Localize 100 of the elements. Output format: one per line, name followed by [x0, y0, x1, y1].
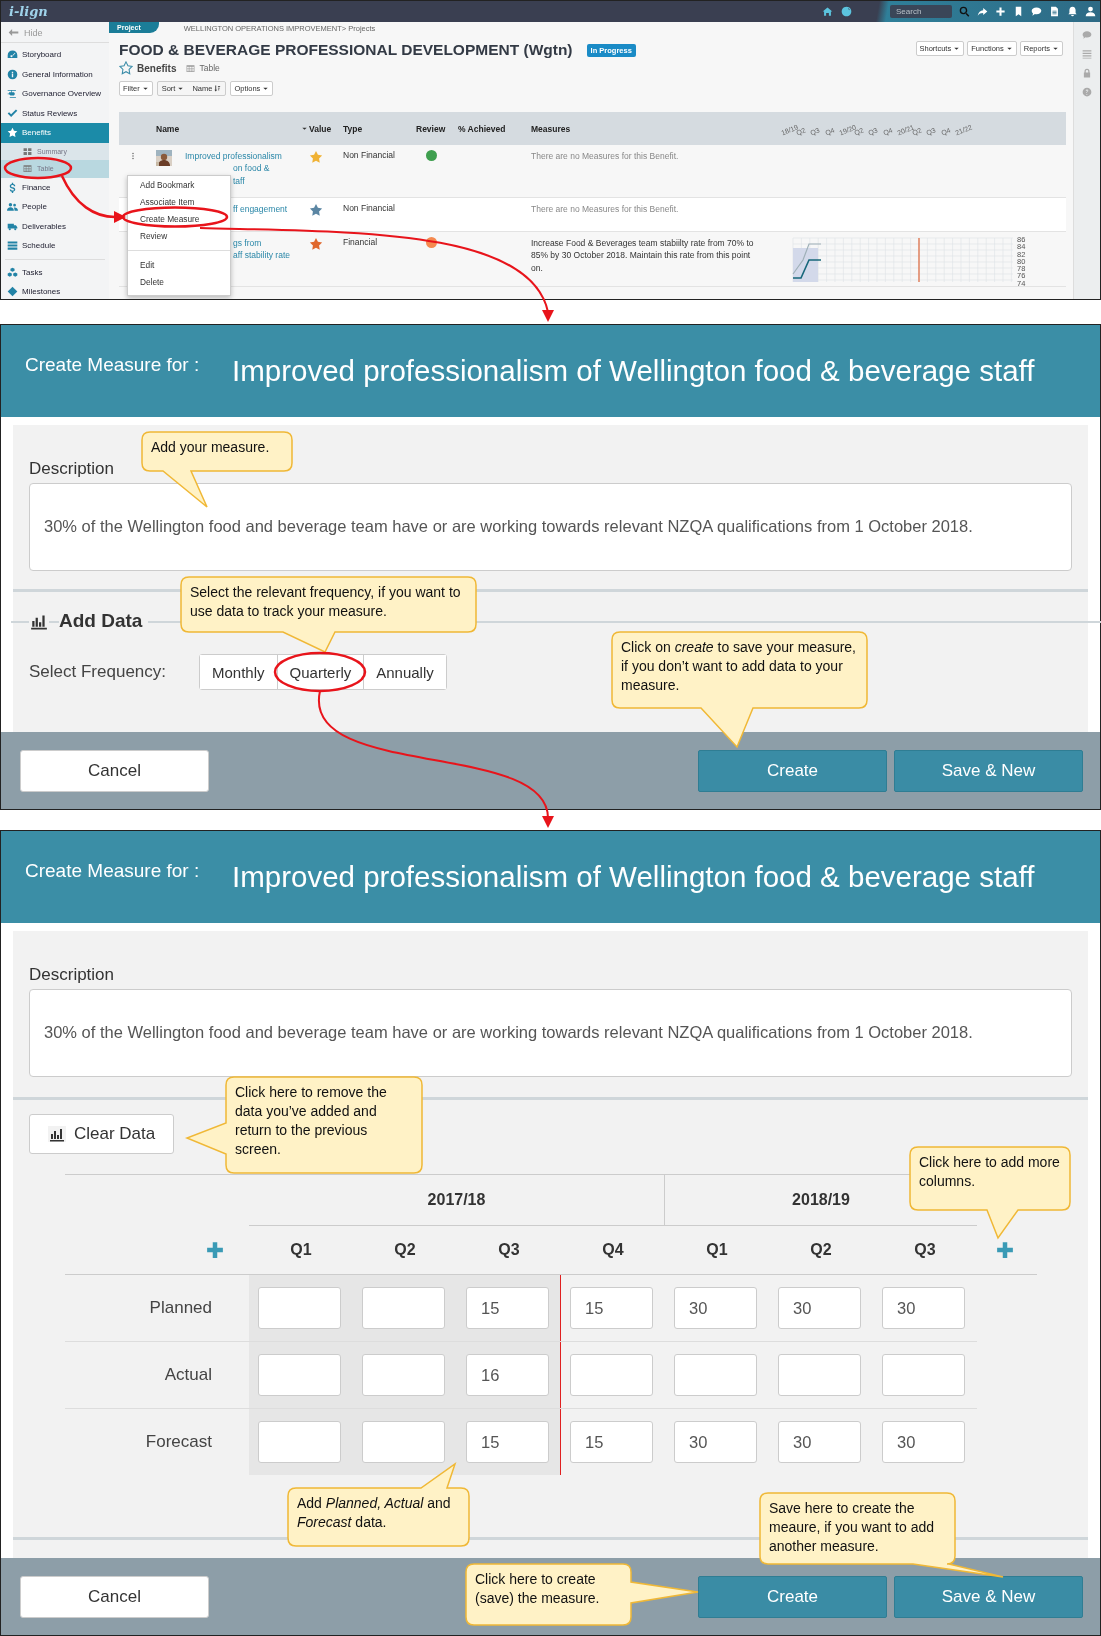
info-icon: [7, 68, 18, 80]
bar-chart-icon: [48, 1126, 66, 1142]
create-button[interactable]: Create: [698, 749, 887, 792]
dialog-heading: Create Measure for :: [25, 354, 201, 376]
cancel-button[interactable]: Cancel: [20, 749, 209, 792]
value-input[interactable]: 30: [882, 1421, 965, 1463]
value-input[interactable]: [778, 1354, 861, 1396]
description-label: Description: [29, 459, 115, 479]
sort-caret-icon[interactable]: [301, 125, 308, 132]
sidebar-item[interactable]: Finance: [1, 177, 109, 197]
dollar-icon: [7, 181, 18, 193]
create-button[interactable]: Create: [698, 1575, 887, 1618]
column-header[interactable]: Measures: [531, 123, 776, 134]
comment-icon[interactable]: [1031, 6, 1042, 17]
quarter-header: Q1: [706, 1241, 728, 1258]
column-header[interactable]: % Achieved: [458, 123, 531, 134]
benefit-name-link[interactable]: on food &: [185, 162, 309, 175]
value-input[interactable]: 15: [466, 1421, 549, 1463]
search-icon[interactable]: [959, 6, 970, 17]
diamond-icon: [7, 286, 18, 298]
value-input[interactable]: [882, 1354, 965, 1396]
value-input[interactable]: [362, 1354, 445, 1396]
project-title: FOOD & BEVERAGE PROFESSIONAL DEVELOPMENT (Wgtn): [119, 41, 573, 59]
value-input[interactable]: [258, 1421, 341, 1463]
callout-text: Click here to remove the data you’ve added and return to the previous screen.: [235, 1084, 387, 1157]
column-header[interactable]: Review: [416, 123, 458, 134]
value-input[interactable]: 15: [466, 1287, 549, 1329]
search-field[interactable]: Search: [890, 5, 952, 18]
value-input[interactable]: 30: [674, 1287, 757, 1329]
year-header: 2017/18: [427, 1191, 486, 1209]
menu-item[interactable]: Associate Item: [128, 194, 230, 211]
share-icon[interactable]: [977, 6, 988, 17]
star-icon: [7, 127, 18, 139]
plus-icon[interactable]: [206, 1241, 224, 1259]
caret-icon: [953, 45, 961, 52]
frequency-label: Select Frequency:: [29, 662, 167, 682]
sidebar-item[interactable]: Benefits: [1, 123, 109, 143]
sidebar-item[interactable]: Schedule: [1, 236, 109, 256]
value-input[interactable]: 30: [882, 1287, 965, 1329]
sidebar-item[interactable]: Deliverables: [1, 216, 109, 236]
save-and-new-button[interactable]: Save & New: [894, 749, 1083, 792]
menu-item[interactable]: Edit: [128, 257, 230, 274]
lock-icon[interactable]: [1082, 68, 1092, 78]
bookmark-icon[interactable]: [1013, 6, 1024, 17]
value-input[interactable]: 15: [570, 1287, 653, 1329]
value-input[interactable]: 15: [570, 1421, 653, 1463]
sidebar-item[interactable]: Tasks: [1, 262, 109, 282]
document-icon[interactable]: [1049, 6, 1060, 17]
description-label: Description: [29, 965, 115, 985]
clear-data-button[interactable]: Clear Data: [29, 1114, 175, 1154]
menu-item[interactable]: Review: [128, 228, 230, 245]
column-header[interactable]: Value: [309, 123, 343, 134]
menu-item[interactable]: Add Bookmark: [128, 177, 230, 194]
value-input[interactable]: [362, 1421, 445, 1463]
description-field[interactable]: 30% of the Wellington food and beverage team have or are working towards relevant NZQA qualifications from 1 October 2018.: [29, 483, 1072, 571]
value-input[interactable]: [258, 1287, 341, 1329]
value-input[interactable]: [570, 1354, 653, 1396]
quarter-header: Q3: [914, 1241, 936, 1258]
sidebar-item[interactable]: Storyboard: [1, 45, 109, 65]
save-and-new-button[interactable]: Save & New: [894, 1575, 1083, 1618]
cancel-button[interactable]: Cancel: [20, 1575, 209, 1618]
frequency-option[interactable]: Monthly: [200, 655, 278, 689]
value-input[interactable]: [674, 1354, 757, 1396]
section-title: Benefits: [137, 62, 177, 74]
plus-icon[interactable]: [996, 1241, 1014, 1259]
value-input[interactable]: [258, 1354, 341, 1396]
sidebar-item[interactable]: Governance Overview: [1, 84, 109, 104]
caret-icon: [262, 85, 270, 92]
value-input[interactable]: 30: [778, 1421, 861, 1463]
callout-text: Select the relevant frequency, if you want to use data to track your measure.: [190, 584, 461, 619]
measures-text: Increase Food & Beverages team stabiilty rate from 70% to 85% by 30 October 2018. Maintain this rate from this point on.: [531, 238, 754, 273]
column-header[interactable]: Type: [343, 123, 416, 134]
row-label: Actual: [164, 1365, 212, 1385]
view-link[interactable]: Table: [199, 63, 220, 73]
value-input[interactable]: [362, 1287, 445, 1329]
value-input[interactable]: 30: [674, 1421, 757, 1463]
help-icon[interactable]: [1082, 87, 1092, 97]
plus-icon[interactable]: [995, 6, 1006, 17]
benefit-name-link[interactable]: Improved professionalism: [185, 150, 309, 163]
user-icon[interactable]: [1085, 6, 1096, 17]
menu-item[interactable]: Create Measure: [128, 211, 230, 228]
sidebar-item[interactable]: People: [1, 197, 109, 217]
description-field[interactable]: 30% of the Wellington food and beverage team have or are working towards relevant NZQA qualifications from 1 October 2018.: [29, 989, 1072, 1077]
sidebar-item[interactable]: Status Reviews: [1, 103, 109, 123]
callout-text: Click on create to save your measure, if you don’t want to add data to your measure.: [621, 639, 856, 693]
kebab-menu-icon[interactable]: [129, 150, 137, 162]
menu-item[interactable]: Delete: [128, 274, 230, 291]
sidebar-item[interactable]: General Information: [1, 64, 109, 84]
quarter-header: Q2: [394, 1241, 416, 1258]
home-icon[interactable]: [822, 6, 833, 17]
app-logo[interactable]: i-lign: [9, 4, 48, 19]
sidebar-item[interactable]: Milestones: [1, 282, 109, 299]
list-icon[interactable]: [1082, 49, 1092, 59]
sort-descending-icon: [214, 85, 222, 92]
value-input[interactable]: 16: [466, 1354, 549, 1396]
back-arrow-icon[interactable]: [8, 27, 19, 38]
column-header[interactable]: Name: [156, 123, 180, 134]
bell-icon[interactable]: [1067, 6, 1078, 17]
value-input[interactable]: 30: [778, 1287, 861, 1329]
quarter-header: Q2: [810, 1241, 832, 1258]
